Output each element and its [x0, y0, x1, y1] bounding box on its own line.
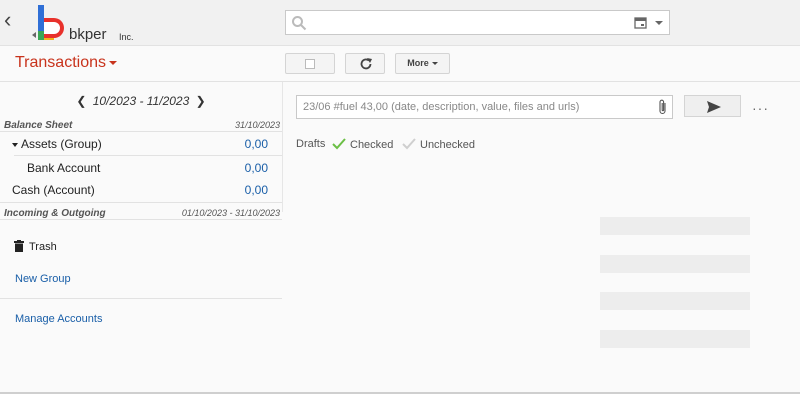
checkbox-icon — [305, 59, 315, 69]
logo-suffix: Inc. — [119, 32, 134, 42]
refresh-button[interactable] — [345, 53, 385, 74]
filter-drafts[interactable]: Drafts — [296, 138, 325, 150]
account-row-assets[interactable]: Assets (Group) 0,00 — [0, 134, 282, 154]
account-balance: 0,00 — [244, 161, 268, 175]
calendar-icon[interactable] — [634, 16, 647, 29]
more-options-icon[interactable]: ··· — [752, 100, 769, 116]
section-divider — [0, 219, 282, 220]
filter-unchecked[interactable]: Unchecked — [402, 138, 475, 151]
back-arrow-icon[interactable]: ‹ — [4, 9, 20, 31]
logo-text: bkper — [69, 26, 107, 43]
chevron-down-icon — [431, 62, 438, 66]
filter-checked-label: Checked — [350, 139, 394, 151]
loading-placeholder — [600, 330, 750, 348]
check-outline-icon — [402, 138, 416, 150]
row-divider — [14, 155, 282, 156]
account-balance: 0,00 — [244, 183, 268, 197]
balance-sheet-date: 31/10/2023 — [234, 120, 280, 130]
filter-checked[interactable]: Checked — [332, 138, 393, 151]
column-divider — [282, 82, 283, 212]
account-balance: 0,00 — [244, 137, 268, 151]
trash-icon — [14, 240, 24, 252]
loading-placeholder — [600, 255, 750, 273]
paperclip-icon[interactable] — [658, 99, 668, 115]
more-label: More — [407, 58, 429, 68]
loading-placeholder — [600, 217, 750, 235]
account-row-cash[interactable]: Cash (Account) 0,00 — [0, 180, 282, 200]
balance-sheet-title: Balance Sheet — [4, 120, 73, 131]
transaction-input[interactable]: 23/06 #fuel 43,00 (date, description, va… — [296, 95, 673, 119]
trash-label: Trash — [29, 241, 57, 253]
caret-down-icon[interactable] — [12, 142, 18, 147]
account-name: Cash (Account) — [12, 183, 95, 197]
chevron-down-icon[interactable] — [655, 21, 663, 25]
account-row-bank[interactable]: Bank Account 0,00 — [0, 158, 282, 178]
period-label: 10/2023 - 11/2023 — [92, 94, 190, 108]
account-name: Bank Account — [27, 161, 101, 175]
transaction-input-placeholder: 23/06 #fuel 43,00 (date, description, va… — [303, 101, 580, 113]
send-button[interactable] — [684, 95, 741, 117]
section-divider — [0, 131, 282, 132]
incoming-outgoing-title: Incoming & Outgoing — [4, 208, 106, 219]
loading-placeholder — [600, 292, 750, 310]
chevron-left-icon[interactable]: ❮ — [73, 94, 89, 108]
trash-item[interactable]: Trash — [14, 240, 57, 253]
transactions-title: Transactions — [15, 54, 106, 71]
toolbar-divider — [0, 81, 800, 82]
chevron-down-icon — [109, 60, 117, 65]
select-all-button[interactable] — [285, 53, 335, 74]
manage-accounts-link[interactable]: Manage Accounts — [15, 313, 102, 325]
period-selector: ❮ 10/2023 - 11/2023 ❯ — [0, 94, 282, 108]
incoming-outgoing-header: Incoming & Outgoing 01/10/2023 - 31/10/2… — [4, 208, 282, 219]
search-icon — [292, 16, 307, 31]
bkper-logo[interactable]: bkper Inc. — [30, 2, 140, 44]
section-divider — [0, 202, 282, 203]
balance-sheet-header: Balance Sheet 31/10/2023 — [4, 120, 282, 131]
new-group-link[interactable]: New Group — [15, 273, 71, 285]
section-divider — [0, 298, 282, 299]
chevron-right-icon[interactable]: ❯ — [193, 94, 209, 108]
search-input[interactable] — [285, 10, 670, 35]
transactions-menu[interactable]: Transactions — [15, 54, 117, 72]
send-icon — [707, 101, 721, 113]
more-button[interactable]: More — [395, 53, 450, 74]
refresh-icon — [360, 58, 372, 70]
account-name: Assets (Group) — [21, 137, 102, 151]
check-icon — [332, 138, 346, 150]
filter-unchecked-label: Unchecked — [420, 139, 476, 151]
incoming-outgoing-date: 01/10/2023 - 31/10/2023 — [181, 208, 280, 218]
